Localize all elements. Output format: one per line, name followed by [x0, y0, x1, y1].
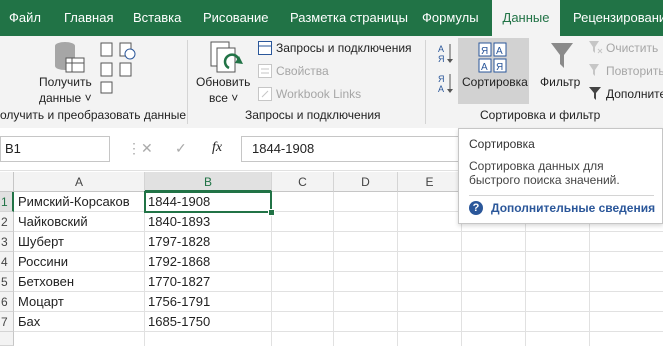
cell-a2[interactable]: Чайковский — [15, 212, 88, 232]
tab-review[interactable]: Рецензирование — [573, 0, 663, 36]
svg-text:Я: Я — [438, 54, 445, 64]
clear-filter-icon — [589, 41, 603, 58]
clear-filter-button[interactable]: Очистить — [606, 41, 658, 55]
refresh-all-dropdown[interactable]: все ˅ — [209, 91, 238, 105]
queries-icon — [258, 41, 272, 58]
row-header[interactable]: 4 — [0, 252, 14, 272]
cell-b2[interactable]: 1840-1893 — [145, 212, 210, 232]
workbook-links-icon — [258, 87, 272, 104]
tab-file[interactable]: Файл — [9, 0, 41, 36]
formula-input[interactable]: 1844-1908 — [241, 136, 471, 162]
advanced-filter-icon — [589, 87, 603, 104]
reapply-icon — [589, 64, 603, 81]
cell-b7[interactable]: 1685-1750 — [145, 312, 210, 332]
cancel-icon[interactable]: ✕ — [141, 140, 153, 157]
group-label-sort: Сортировка и фильтр — [480, 108, 601, 122]
gridline — [14, 291, 663, 292]
get-data-dropdown[interactable]: данные ˅ — [39, 91, 92, 105]
tooltip-divider — [469, 195, 654, 196]
help-icon: ? — [469, 201, 483, 215]
name-box[interactable]: B1 — [0, 136, 110, 162]
gridline — [14, 251, 663, 252]
active-cell-border — [144, 191, 272, 213]
gridline — [14, 231, 663, 232]
refresh-all-icon — [209, 40, 245, 79]
cell-a4[interactable]: Россини — [15, 252, 68, 272]
cell-b4[interactable]: 1792-1868 — [145, 252, 210, 272]
filter-icon — [550, 42, 574, 73]
sort-dialog-icon: Я А А Я — [478, 42, 508, 77]
svg-text:А: А — [438, 44, 444, 54]
svg-text:А: А — [438, 84, 444, 94]
column-header-a[interactable]: A — [14, 172, 145, 192]
cell-b5[interactable]: 1770-1827 — [145, 272, 210, 292]
tab-insert[interactable]: Вставка — [133, 0, 181, 36]
svg-text:Я: Я — [481, 46, 488, 57]
tab-home[interactable]: Главная — [64, 0, 113, 36]
gridline — [333, 192, 334, 346]
refresh-all-button[interactable]: Обновить — [196, 75, 250, 89]
reapply-button[interactable]: Повторить — [606, 64, 663, 78]
row-header[interactable]: 2 — [0, 212, 14, 232]
group-divider — [425, 40, 426, 124]
filter-button[interactable]: Фильтр — [540, 75, 580, 89]
row-header[interactable]: 3 — [0, 232, 14, 252]
gridline — [397, 192, 398, 346]
ribbon-tab-bar: Файл Главная Вставка Рисование Разметка … — [0, 0, 663, 36]
svg-text:А: А — [496, 46, 503, 57]
group-label-queries: Запросы и подключения — [245, 108, 381, 122]
sort-button-label[interactable]: Сортировка — [462, 75, 528, 89]
row-header[interactable]: 1 — [0, 192, 14, 212]
cell-b3[interactable]: 1797-1828 — [145, 232, 210, 252]
svg-text:Я: Я — [438, 74, 445, 84]
column-header-e[interactable]: E — [398, 172, 462, 192]
sort-az-icon[interactable]: АЯ — [438, 42, 454, 67]
group-label-get-data: олучить и преобразовать данные — [0, 108, 187, 122]
tab-formulas[interactable]: Формулы — [422, 0, 479, 36]
cell-a5[interactable]: Бетховен — [15, 272, 74, 292]
cell-a3[interactable]: Шуберт — [15, 232, 64, 252]
gridline — [14, 311, 663, 312]
cell-a6[interactable]: Моцарт — [15, 292, 64, 312]
insert-function-icon[interactable]: fx — [212, 140, 222, 156]
queries-connections-button[interactable]: Запросы и подключения — [276, 41, 412, 55]
tooltip-body-line1: Сортировка данных для — [469, 159, 604, 173]
tooltip-title: Сортировка — [469, 137, 535, 151]
column-header-b[interactable]: B — [145, 172, 272, 192]
more-options-icon: ⋮ — [127, 140, 141, 156]
cell-a1[interactable]: Римский-Корсаков — [15, 192, 130, 212]
properties-button[interactable]: Свойства — [276, 64, 329, 78]
column-header-c[interactable]: C — [272, 172, 334, 192]
enter-check-icon[interactable]: ✓ — [175, 140, 187, 157]
tab-data[interactable]: Данные — [492, 0, 560, 36]
column-header-d[interactable]: D — [334, 172, 398, 192]
properties-icon — [258, 64, 272, 81]
sort-tooltip: Сортировка Сортировка данных для быстрог… — [458, 128, 663, 224]
fill-handle[interactable] — [268, 209, 275, 216]
row-header[interactable]: 5 — [0, 272, 14, 292]
tab-page-layout[interactable]: Разметка страницы — [290, 0, 408, 36]
sort-za-icon[interactable]: ЯА — [438, 72, 454, 97]
advanced-filter-button[interactable]: Дополнитель — [606, 87, 663, 101]
tooltip-more-info-link[interactable]: Дополнительные сведения — [491, 201, 655, 215]
tooltip-body-line2: быстрого поиска значений. — [469, 173, 620, 187]
get-data-button[interactable]: Получить — [39, 75, 92, 89]
select-all-corner[interactable] — [0, 172, 14, 192]
cell-b6[interactable]: 1756-1791 — [145, 292, 210, 312]
from-text-icon[interactable] — [100, 42, 136, 97]
cell-a7[interactable]: Бах — [15, 312, 40, 332]
group-divider — [187, 40, 188, 124]
tab-draw[interactable]: Рисование — [203, 0, 268, 36]
database-icon — [52, 40, 86, 74]
svg-text:Я: Я — [496, 62, 503, 73]
row-header[interactable] — [0, 332, 14, 346]
row-header[interactable]: 7 — [0, 312, 14, 332]
gridline — [14, 331, 663, 332]
gridline — [14, 271, 663, 272]
row-header[interactable]: 6 — [0, 292, 14, 312]
workbook-links-button[interactable]: Workbook Links — [276, 87, 361, 101]
svg-text:А: А — [481, 62, 488, 73]
